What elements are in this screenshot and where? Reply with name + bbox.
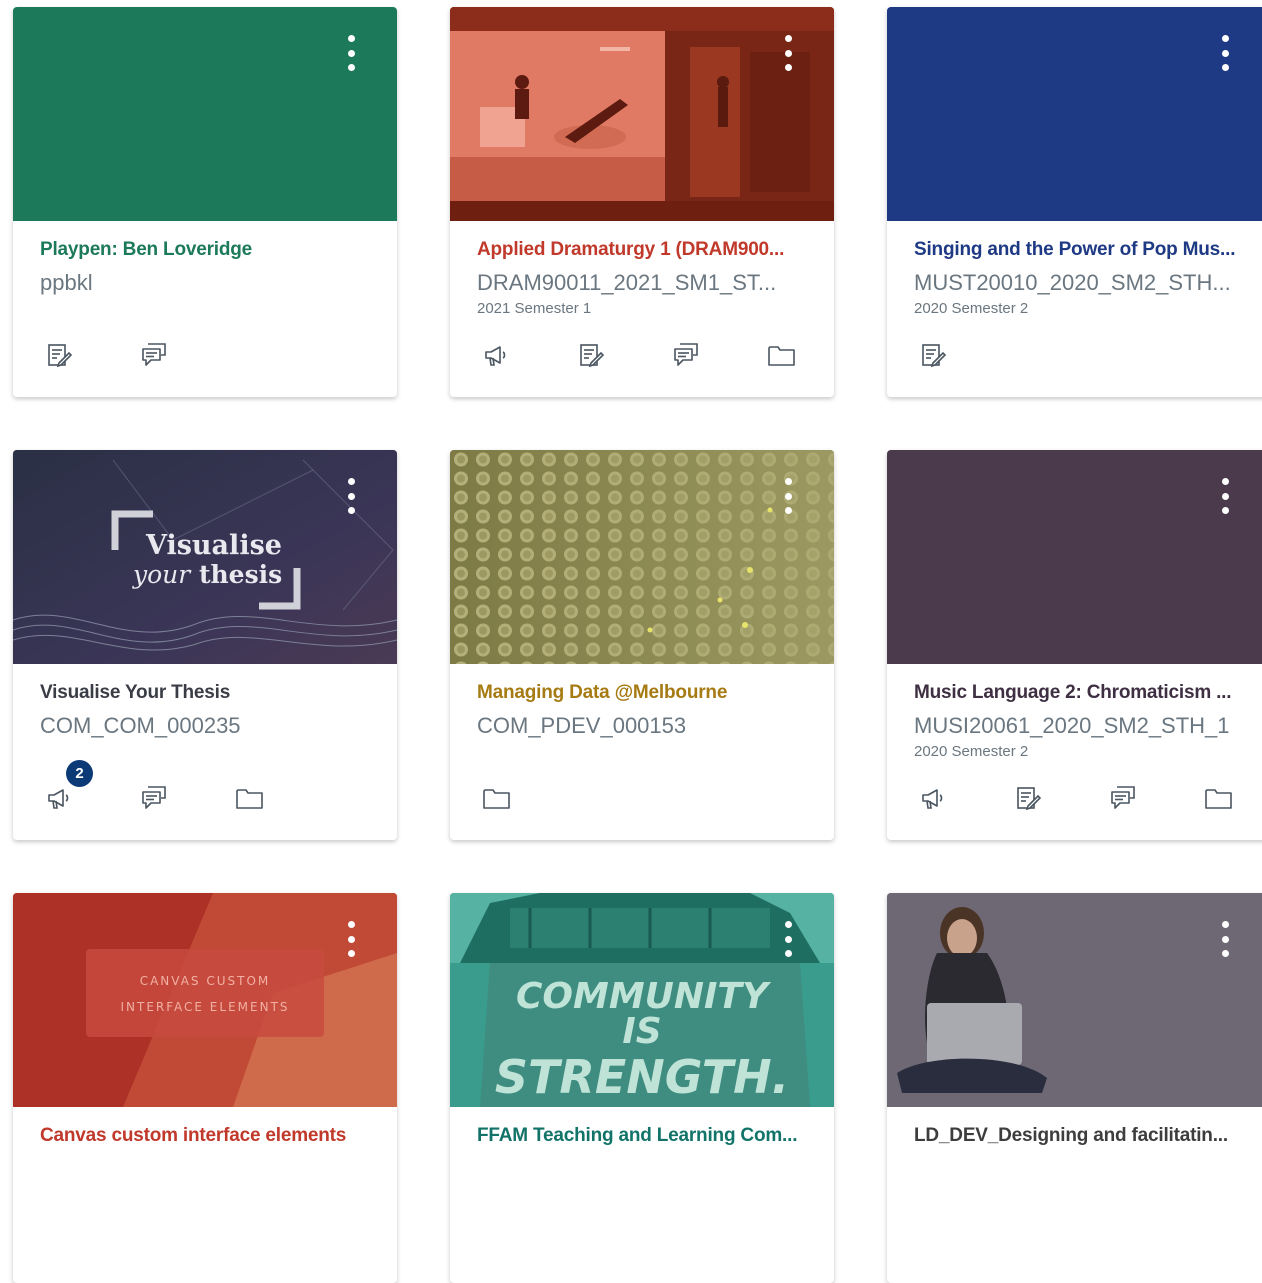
course-card-hero[interactable] (450, 7, 834, 221)
course-card[interactable]: Playpen: Ben Loveridge ppbkl (13, 7, 397, 397)
course-card[interactable]: COMMUNITY IS STRENGTH. FFAM Teaching and… (450, 893, 834, 1283)
svg-text:IS: IS (622, 1011, 661, 1052)
course-card[interactable]: Singing and the Power of Pop Mus... MUST… (887, 7, 1262, 397)
course-term: 2021 Semester 1 (477, 300, 592, 317)
card-options-menu-icon[interactable] (345, 921, 357, 957)
course-card-hero[interactable]: CANVAS CUSTOM INTERFACE ELEMENTS (13, 893, 397, 1107)
card-options-menu-icon[interactable] (782, 35, 794, 71)
course-code: MUSI20061_2020_SM2_STH_1 (914, 713, 1230, 738)
course-card[interactable]: Applied Dramaturgy 1 (DRAM900... DRAM900… (450, 7, 834, 397)
student-laptop-image (887, 893, 1262, 1107)
files-icon[interactable] (235, 784, 263, 812)
assignments-icon[interactable] (1014, 784, 1042, 812)
course-code: DRAM90011_2021_SM1_ST... (477, 270, 777, 295)
files-icon[interactable] (1204, 784, 1232, 812)
data-servers-image (450, 450, 834, 664)
course-title[interactable]: Applied Dramaturgy 1 (DRAM900... (477, 239, 818, 261)
assignments-icon[interactable] (45, 341, 73, 369)
card-options-menu-icon[interactable] (345, 35, 357, 71)
course-card[interactable]: LD_DEV_Designing and facilitatin... (887, 893, 1262, 1283)
discussions-icon[interactable] (140, 784, 168, 812)
files-icon[interactable] (767, 341, 795, 369)
unread-count-badge: 2 (66, 760, 93, 787)
svg-text:INTERFACE ELEMENTS: INTERFACE ELEMENTS (120, 1000, 289, 1014)
course-card-hero[interactable]: COMMUNITY IS STRENGTH. (450, 893, 834, 1107)
course-title[interactable]: Canvas custom interface elements (40, 1125, 381, 1147)
announcements-icon[interactable]: 2 (45, 760, 93, 812)
course-card[interactable]: Visualise your thesis Visualise Your The… (13, 450, 397, 840)
course-card-hero[interactable] (887, 893, 1262, 1107)
card-options-menu-icon[interactable] (1219, 478, 1231, 514)
course-term: 2020 Semester 2 (914, 743, 1029, 760)
card-options-menu-icon[interactable] (345, 478, 357, 514)
announcements-icon[interactable] (482, 341, 510, 369)
course-code: COM_PDEV_000153 (477, 713, 687, 738)
course-title[interactable]: Visualise Your Thesis (40, 682, 381, 704)
card-options-menu-icon[interactable] (782, 921, 794, 957)
announcements-icon[interactable] (919, 784, 947, 812)
course-title[interactable]: Singing and the Power of Pop Mus... (914, 239, 1255, 261)
course-card[interactable]: Music Language 2: Chromaticism ... MUSI2… (887, 450, 1262, 840)
course-card[interactable]: Managing Data @Melbourne COM_PDEV_000153 (450, 450, 834, 840)
svg-text:STRENGTH.: STRENGTH. (495, 1050, 789, 1104)
community-strength-image: COMMUNITY IS STRENGTH. (450, 893, 834, 1107)
card-options-menu-icon[interactable] (782, 478, 794, 514)
discussions-icon[interactable] (1109, 784, 1137, 812)
svg-text:Visualise: Visualise (145, 530, 282, 561)
course-card-hero[interactable] (450, 450, 834, 664)
assignments-icon[interactable] (919, 341, 947, 369)
course-term: 2020 Semester 2 (914, 300, 1029, 317)
discussions-icon[interactable] (140, 341, 168, 369)
course-title[interactable]: Music Language 2: Chromaticism ... (914, 682, 1255, 704)
course-title[interactable]: Managing Data @Melbourne (477, 682, 818, 704)
course-code: COM_COM_000235 (40, 713, 241, 738)
course-code: MUST20010_2020_SM2_STH... (914, 270, 1231, 295)
card-options-menu-icon[interactable] (1219, 35, 1231, 71)
course-card-hero[interactable] (887, 7, 1262, 221)
course-card-hero[interactable] (887, 450, 1262, 664)
canvas-custom-elements-image: CANVAS CUSTOM INTERFACE ELEMENTS (13, 893, 397, 1107)
svg-text:CANVAS CUSTOM: CANVAS CUSTOM (140, 974, 271, 988)
files-icon[interactable] (482, 784, 510, 812)
assignments-icon[interactable] (577, 341, 605, 369)
course-title[interactable]: FFAM Teaching and Learning Com... (477, 1125, 818, 1147)
svg-text:your thesis: your thesis (132, 560, 282, 589)
course-card-hero[interactable]: Visualise your thesis (13, 450, 397, 664)
visualise-thesis-image: Visualise your thesis (13, 450, 397, 664)
course-card[interactable]: CANVAS CUSTOM INTERFACE ELEMENTS Canvas … (13, 893, 397, 1283)
course-title[interactable]: Playpen: Ben Loveridge (40, 239, 381, 261)
course-card-hero[interactable] (13, 7, 397, 221)
course-title[interactable]: LD_DEV_Designing and facilitatin... (914, 1125, 1255, 1147)
course-code: ppbkl (40, 270, 93, 295)
stage-photo-image (450, 7, 834, 221)
card-options-menu-icon[interactable] (1219, 921, 1231, 957)
discussions-icon[interactable] (672, 341, 700, 369)
